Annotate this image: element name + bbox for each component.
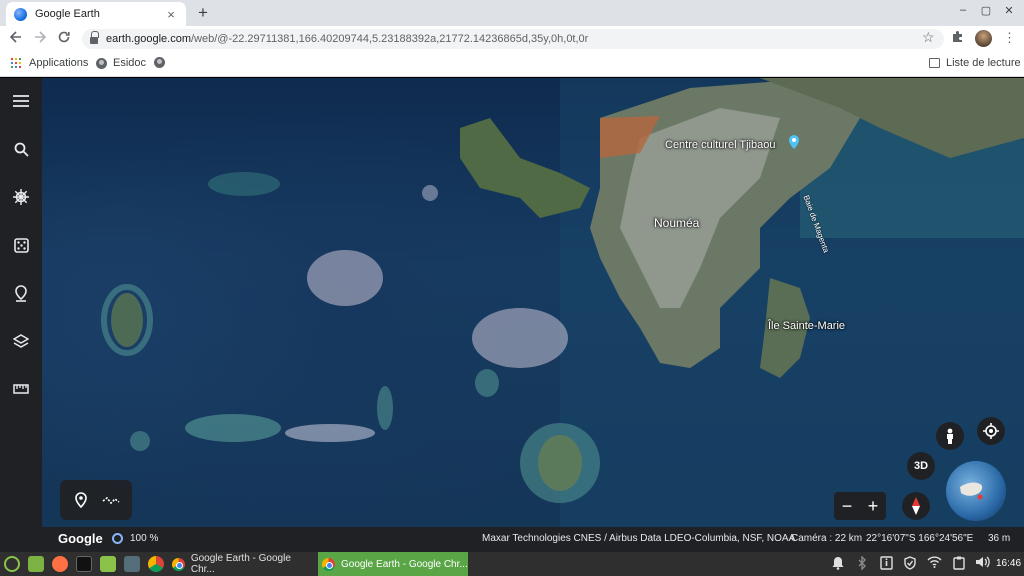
globe-icon xyxy=(96,57,107,69)
bookmark-label: Esidoc xyxy=(113,57,147,69)
camera-altitude: Caméra : 22 km xyxy=(791,533,863,544)
volume-icon[interactable] xyxy=(975,556,991,571)
window-close-button[interactable]: ✕ xyxy=(1002,4,1016,17)
chrome-launcher-icon[interactable] xyxy=(148,556,164,572)
globe-icon xyxy=(154,57,165,68)
street-view-pegman-button[interactable] xyxy=(936,422,964,450)
globe-minimap-icon xyxy=(960,482,983,500)
taskbar-window-title: Google Earth - Google Chr... xyxy=(341,558,468,570)
os-taskbar: Google Earth - Google Chr... Google Eart… xyxy=(0,552,1024,576)
scale-indicator: 36 m xyxy=(988,533,1011,544)
reading-list-icon xyxy=(929,58,940,68)
reading-list-label: Liste de lecture xyxy=(946,57,1021,69)
window-restore-button[interactable]: ▢ xyxy=(979,4,993,17)
map-style-layers-icon[interactable] xyxy=(10,330,32,352)
main-menu-icon[interactable] xyxy=(10,90,32,112)
profile-avatar[interactable] xyxy=(975,30,992,47)
url-host: earth.google.com xyxy=(106,33,191,45)
new-tab-button[interactable]: + xyxy=(194,3,212,23)
bookmarks-bar: Applications Esidoc Liste de lecture xyxy=(0,52,1024,77)
poi-pin-icon[interactable] xyxy=(788,135,800,149)
window-minimize-button[interactable]: – xyxy=(956,4,970,16)
bookmark-applications[interactable]: Applications xyxy=(11,57,88,69)
taskbar-window-title: Google Earth - Google Chr... xyxy=(190,553,291,575)
zoom-in-button[interactable]: + xyxy=(868,496,879,517)
zoom-out-button[interactable]: − xyxy=(842,496,853,517)
my-location-button[interactable] xyxy=(977,417,1005,445)
google-earth-favicon-icon xyxy=(14,7,27,21)
satellite-imagery xyxy=(101,78,1024,552)
toggle-3d-button[interactable]: 3D xyxy=(907,452,935,480)
tab-title: Google Earth xyxy=(35,8,100,20)
bookmark-label: Applications xyxy=(29,57,89,69)
map-label-noumea[interactable]: Nouméa xyxy=(654,216,699,230)
map-label-tjibaou[interactable]: Centre culturel Tjibaou xyxy=(665,139,775,151)
measure-tool-panel xyxy=(60,480,132,520)
files-folder-icon[interactable] xyxy=(100,556,116,572)
notifications-bell-icon[interactable] xyxy=(832,556,844,573)
google-logo: Google xyxy=(58,531,103,546)
terminal-icon[interactable] xyxy=(76,556,92,572)
system-clock[interactable]: 16:46 xyxy=(996,558,1021,569)
globe-overview-button[interactable] xyxy=(946,461,1006,521)
apps-grid-icon xyxy=(11,58,21,68)
clipboard-icon[interactable] xyxy=(953,556,965,573)
shield-icon[interactable] xyxy=(904,556,916,573)
search-icon[interactable] xyxy=(10,138,32,160)
display-icon[interactable] xyxy=(124,556,140,572)
url-text: earth.google.com/web/@-22.29711381,166.4… xyxy=(106,33,588,45)
loading-indicator-icon xyxy=(112,533,123,544)
earth-status-bar: Google 100 % Maxar Technologies CNES / A… xyxy=(42,527,1024,552)
earth-sidebar xyxy=(0,78,42,552)
placemark-pin-icon[interactable] xyxy=(74,492,88,513)
chrome-icon xyxy=(322,557,335,571)
cursor-coordinates: 22°16'07"S 166°24'56"E xyxy=(866,533,974,544)
measure-ruler-icon[interactable] xyxy=(10,378,32,400)
forward-arrow-icon[interactable] xyxy=(31,30,49,48)
chrome-icon xyxy=(172,557,185,571)
feeling-lucky-dice-icon[interactable] xyxy=(10,234,32,256)
voyager-wheel-icon[interactable] xyxy=(10,186,32,208)
bluetooth-icon[interactable] xyxy=(857,555,867,573)
url-path: /web/@-22.29711381,166.40209744,5.231883… xyxy=(191,33,589,45)
browser-menu-icon[interactable]: ⋮ xyxy=(1003,30,1016,46)
tab-google-earth[interactable]: Google Earth × xyxy=(6,2,186,26)
reload-icon[interactable] xyxy=(55,30,73,48)
loading-percent: 100 % xyxy=(130,533,159,544)
wifi-icon[interactable] xyxy=(927,556,942,571)
bookmark-star-icon[interactable]: ☆ xyxy=(922,29,935,46)
lock-icon xyxy=(90,30,99,44)
back-arrow-icon[interactable] xyxy=(7,30,25,48)
reading-list-button[interactable]: Liste de lecture xyxy=(929,57,1021,69)
show-desktop-icon[interactable] xyxy=(28,556,44,572)
address-bar[interactable]: earth.google.com/web/@-22.29711381,166.4… xyxy=(82,29,944,49)
tab-strip: Google Earth × + – ▢ ✕ xyxy=(0,0,1024,26)
bookmark-esidoc[interactable]: Esidoc xyxy=(96,57,146,69)
compass-button[interactable] xyxy=(902,492,930,520)
bookmark-unnamed[interactable] xyxy=(154,57,171,68)
firefox-icon[interactable] xyxy=(52,556,68,572)
start-menu-icon[interactable] xyxy=(4,556,20,572)
taskbar-window-1[interactable]: Google Earth - Google Chr... xyxy=(168,552,316,576)
browser-toolbar: earth.google.com/web/@-22.29711381,166.4… xyxy=(0,26,1024,52)
zoom-controls: − + xyxy=(834,492,886,520)
projects-pin-icon[interactable] xyxy=(10,282,32,304)
tab-close-icon[interactable]: × xyxy=(164,7,178,22)
taskbar-window-2-active[interactable]: Google Earth - Google Chr... xyxy=(318,552,468,576)
extensions-puzzle-icon[interactable] xyxy=(951,30,964,46)
path-tool-icon[interactable] xyxy=(102,494,120,512)
earth-map-viewport[interactable]: Centre culturel Tjibaou Nouméa Baie de M… xyxy=(0,78,1024,552)
imagery-credits[interactable]: Maxar Technologies CNES / Airbus Data LD… xyxy=(482,533,795,544)
map-label-sainte-marie[interactable]: Île Sainte-Marie xyxy=(768,320,845,332)
update-info-icon[interactable] xyxy=(880,556,893,573)
